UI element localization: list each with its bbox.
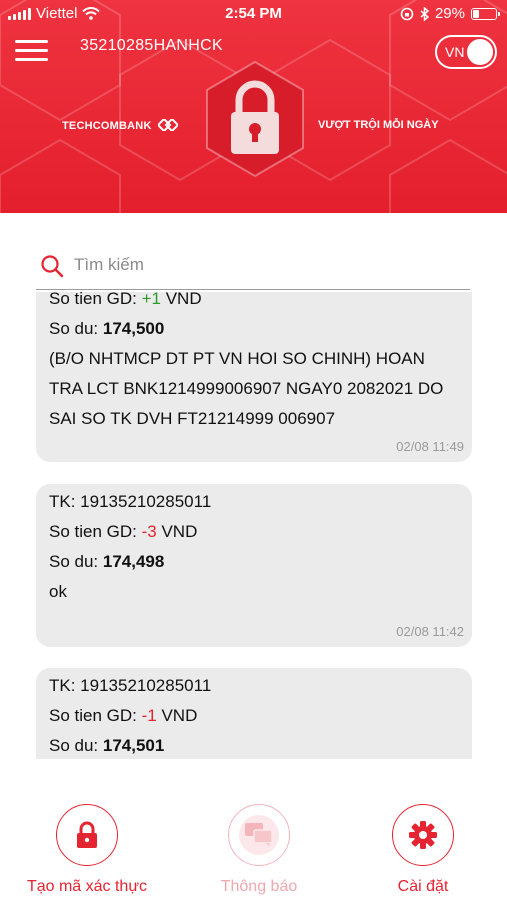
balance-value: 174,498 [102, 552, 165, 571]
transaction-amount: +1 [141, 292, 161, 308]
balance-value: 174,500 [102, 319, 165, 338]
app-header: 35210285HANHCK VN TECHCOMBANK VƯỢT TRỘI … [0, 0, 507, 213]
notification-card[interactable]: TK: 19135210285011 So tien GD: -3 VND So… [36, 484, 472, 647]
transaction-note: ok [49, 582, 67, 601]
nav-label: Cài đặt [397, 878, 449, 895]
balance-line: So du: 174,498 [49, 552, 165, 571]
chat-icon [245, 823, 273, 847]
notification-card[interactable]: So tien GD: +1 VND So du: 174,500 (B/O N… [36, 292, 472, 462]
language-toggle[interactable]: VN [435, 35, 497, 69]
brand-diamond-icon [156, 117, 180, 133]
lock-icon [77, 821, 97, 848]
nav-settings[interactable]: Cài đặt [338, 804, 507, 896]
notification-card[interactable]: TK: 19135210285011 So tien GD: -1 VND So… [36, 668, 472, 759]
status-bar: Viettel 2:54 PM 29% [0, 0, 507, 28]
battery-icon [471, 7, 500, 20]
bluetooth-icon [420, 6, 429, 21]
search-bar [36, 242, 470, 290]
nav-icon-circle [228, 804, 290, 866]
transaction-amount-line: So tien GD: +1 VND [49, 292, 460, 314]
nav-generate-code[interactable]: Tạo mã xác thực [2, 804, 172, 896]
account-id: 35210285HANHCK [80, 37, 223, 54]
bottom-navigation: Tạo mã xác thực Thông báo Cài đặt [0, 778, 507, 900]
balance-line: So du: 174,501 [49, 736, 165, 755]
brand-slogan: VƯỢT TRỘI MỖI NGÀY [318, 119, 439, 131]
timestamp: 02/08 11:42 [396, 624, 464, 639]
menu-button[interactable] [15, 40, 48, 64]
account-line: TK: 19135210285011 [49, 492, 212, 511]
nav-label: Tạo mã xác thực [26, 878, 148, 895]
timestamp: 02/08 11:49 [396, 439, 464, 454]
transaction-note: (B/O NHTMCP DT PT VN HOI SO CHINH) HOAN … [49, 349, 444, 428]
battery-percent: 29% [434, 5, 465, 22]
nav-icon-circle [56, 804, 118, 866]
toggle-knob [467, 39, 493, 65]
transaction-amount-line: So tien GD: -3 VND [49, 522, 198, 541]
transaction-amount: -3 [141, 522, 157, 541]
gear-icon [409, 821, 437, 849]
language-label: VN [445, 44, 465, 60]
nav-notifications[interactable]: Thông báo [174, 804, 344, 896]
techcombank-logo: TECHCOMBANK [62, 117, 180, 133]
balance-line: So du: 174,500 [49, 319, 165, 338]
nav-icon-circle [392, 804, 454, 866]
lock-emblem-icon [206, 60, 304, 178]
transaction-amount: -1 [141, 706, 157, 725]
search-input[interactable] [74, 252, 454, 278]
search-icon [41, 255, 64, 278]
nav-label: Thông báo [220, 878, 298, 895]
transaction-amount-line: So tien GD: -1 VND [49, 706, 198, 725]
balance-value: 174,501 [102, 736, 165, 755]
orientation-lock-icon [400, 7, 414, 20]
account-line: TK: 19135210285011 [49, 676, 212, 695]
notification-list[interactable]: So tien GD: +1 VND So du: 174,500 (B/O N… [0, 292, 507, 759]
